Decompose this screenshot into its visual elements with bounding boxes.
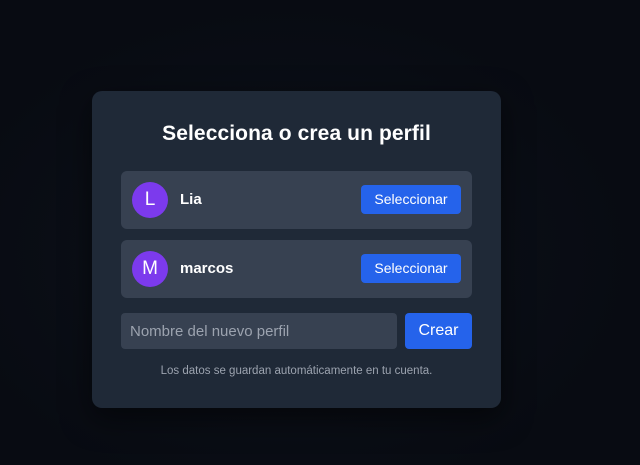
page-background: Selecciona o crea un perfil L Lia Selecc…	[0, 0, 640, 465]
create-profile-button[interactable]: Crear	[405, 313, 472, 349]
autosave-note: Los datos se guardan automáticamente en …	[160, 365, 433, 377]
page-title: Selecciona o crea un perfil	[162, 122, 431, 145]
new-profile-name-input[interactable]	[121, 313, 397, 349]
select-profile-button[interactable]: Seleccionar	[361, 185, 461, 214]
profile-name: Lia	[180, 191, 202, 208]
select-profile-button[interactable]: Seleccionar	[361, 254, 461, 283]
profile-row-lia: L Lia Seleccionar	[121, 171, 472, 229]
profile-row-marcos: M marcos Seleccionar	[121, 240, 472, 298]
profile-picker-card: Selecciona o crea un perfil L Lia Selecc…	[92, 91, 501, 408]
avatar: L	[132, 182, 168, 218]
avatar: M	[132, 251, 168, 287]
profile-name: marcos	[180, 260, 234, 277]
